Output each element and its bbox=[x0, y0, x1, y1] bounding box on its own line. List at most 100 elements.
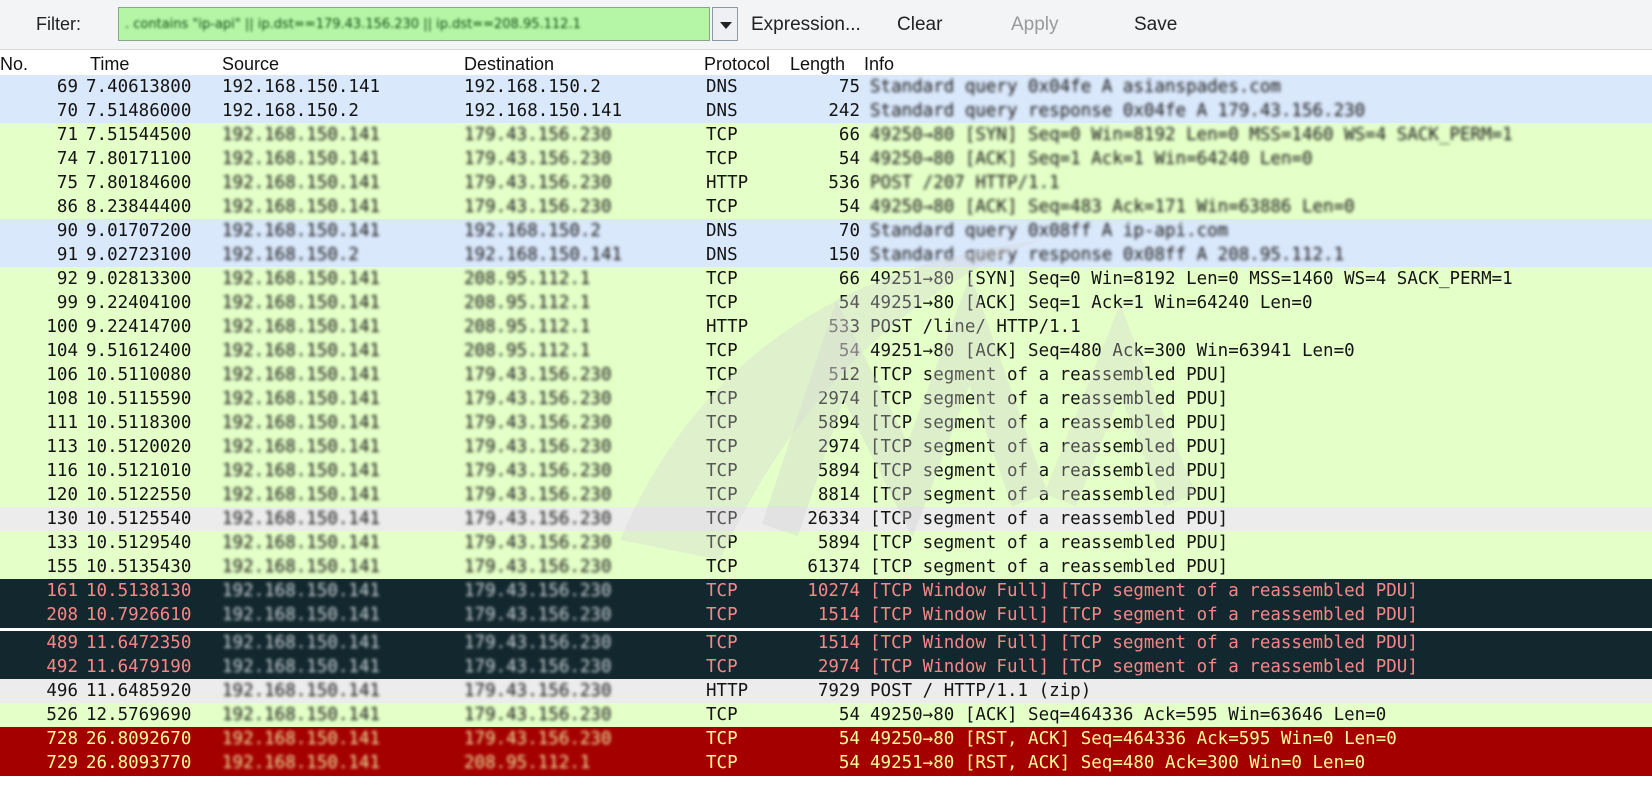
packet-row[interactable]: 161 10.5138130 192.168.150.141 179.43.156.2… bbox=[0, 579, 1652, 604]
packet-source: 192.168.150.141 bbox=[222, 149, 381, 169]
packet-source: 192.168.150.141 bbox=[222, 125, 381, 145]
packet-row[interactable]: 492 11.6479190 192.168.150.141 179.43.156.2… bbox=[0, 655, 1652, 680]
apply-button[interactable]: Apply bbox=[1011, 14, 1059, 36]
packet-time: 12.5769690 bbox=[86, 705, 192, 725]
packet-row[interactable]: 526 12.5769690 192.168.150.141 179.43.156.2… bbox=[0, 703, 1652, 728]
packet-no: 120 bbox=[46, 485, 78, 505]
packet-no: 130 bbox=[46, 509, 78, 529]
packet-info: Standard query response 0x04fe A 179.43.… bbox=[870, 101, 1366, 121]
packet-no: 71 bbox=[56, 125, 78, 145]
packet-protocol: TCP bbox=[706, 149, 738, 169]
filter-history-dropdown[interactable] bbox=[712, 7, 738, 41]
packet-row[interactable]: 106 10.5110080 192.168.150.141 179.43.156.2… bbox=[0, 363, 1652, 388]
packet-row[interactable]: 496 11.6485920 192.168.150.141 179.43.156.2… bbox=[0, 679, 1652, 704]
packet-row[interactable]: 113 10.5120020 192.168.150.141 179.43.156.2… bbox=[0, 435, 1652, 460]
packet-source: 192.168.150.141 bbox=[222, 293, 381, 313]
packet-row[interactable]: 111 10.5118300 192.168.150.141 179.43.156.2… bbox=[0, 411, 1652, 436]
packet-row[interactable]: 69 7.40613800 192.168.150.141 192.168.150.2… bbox=[0, 75, 1652, 100]
save-button[interactable]: Save bbox=[1134, 14, 1177, 36]
packet-protocol: TCP bbox=[706, 605, 738, 625]
packet-source: 192.168.150.141 bbox=[222, 437, 381, 457]
packet-destination: 179.43.156.230 bbox=[464, 633, 612, 653]
packet-source: 192.168.150.141 bbox=[222, 197, 381, 217]
packet-info: 49251→80 [SYN] Seq=0 Win=8192 Len=0 MSS=… bbox=[870, 269, 1513, 289]
packet-row[interactable]: 86 8.23844400 192.168.150.141 179.43.156.23… bbox=[0, 195, 1652, 220]
packet-row[interactable]: 92 9.02813300 192.168.150.141 208.95.112.1 T… bbox=[0, 267, 1652, 292]
packet-source: 192.168.150.2 bbox=[222, 101, 359, 121]
packet-time: 10.7926610 bbox=[86, 605, 192, 625]
packet-destination: 208.95.112.1 bbox=[464, 753, 591, 773]
column-header-destination[interactable]: Destination bbox=[464, 54, 554, 75]
packet-protocol: TCP bbox=[706, 125, 738, 145]
packet-protocol: DNS bbox=[706, 245, 738, 265]
packet-row[interactable]: 90 9.01707200 192.168.150.141 192.168.150.2… bbox=[0, 219, 1652, 244]
column-header-length[interactable]: Length bbox=[790, 54, 845, 75]
packet-row[interactable]: 155 10.5135430 192.168.150.141 179.43.156.2… bbox=[0, 555, 1652, 580]
packet-row[interactable]: 70 7.51486000 192.168.150.2 192.168.150.141… bbox=[0, 99, 1652, 124]
packet-source: 192.168.150.141 bbox=[222, 729, 381, 749]
packet-row[interactable]: 104 9.51612400 192.168.150.141 208.95.112.1… bbox=[0, 339, 1652, 364]
packet-row[interactable]: 91 9.02723100 192.168.150.2 192.168.150.141… bbox=[0, 243, 1652, 268]
packet-source: 192.168.150.141 bbox=[222, 657, 381, 677]
packet-no: 489 bbox=[46, 633, 78, 653]
column-header-time[interactable]: Time bbox=[90, 54, 129, 75]
filter-toolbar: Filter: . contains "ip-api" || ip.dst==1… bbox=[0, 0, 1652, 50]
packet-row[interactable]: 729 26.8093770 192.168.150.141 208.95.112.1… bbox=[0, 751, 1652, 776]
packet-source: 192.168.150.2 bbox=[222, 245, 359, 265]
display-filter-input[interactable]: . contains "ip-api" || ip.dst==179.43.15… bbox=[118, 7, 710, 41]
expression-button[interactable]: Expression... bbox=[751, 14, 861, 36]
packet-source: 192.168.150.141 bbox=[222, 77, 381, 97]
packet-row[interactable]: 99 9.22404100 192.168.150.141 208.95.112.1 T… bbox=[0, 291, 1652, 316]
column-header-source[interactable]: Source bbox=[222, 54, 279, 75]
packet-row[interactable]: 108 10.5115590 192.168.150.141 179.43.156.2… bbox=[0, 387, 1652, 412]
packet-row[interactable]: 116 10.5121010 192.168.150.141 179.43.156.2… bbox=[0, 459, 1652, 484]
packet-time: 10.5118300 bbox=[86, 413, 192, 433]
packet-row[interactable]: 74 7.80171100 192.168.150.141 179.43.156.23… bbox=[0, 147, 1652, 172]
packet-row[interactable]: 130 10.5125540 192.168.150.141 179.43.156.2… bbox=[0, 507, 1652, 532]
packet-source: 192.168.150.141 bbox=[222, 753, 381, 773]
column-header-info[interactable]: Info bbox=[864, 54, 894, 75]
packet-length: 66 bbox=[838, 269, 860, 289]
packet-no: 86 bbox=[56, 197, 78, 217]
packet-time: 9.01707200 bbox=[86, 221, 192, 241]
packet-no: 113 bbox=[46, 437, 78, 457]
column-header-protocol[interactable]: Protocol bbox=[704, 54, 770, 75]
packet-row[interactable]: 120 10.5122550 192.168.150.141 179.43.156.2… bbox=[0, 483, 1652, 508]
packet-info: [TCP segment of a reassembled PDU] bbox=[870, 437, 1229, 457]
packet-protocol: HTTP bbox=[706, 681, 749, 701]
packet-info: Standard query response 0x08ff A 208.95.… bbox=[870, 245, 1345, 265]
packet-protocol: TCP bbox=[706, 509, 738, 529]
packet-protocol: TCP bbox=[706, 485, 738, 505]
packet-source: 192.168.150.141 bbox=[222, 581, 381, 601]
filter-label: Filter: bbox=[36, 14, 81, 34]
packet-source: 192.168.150.141 bbox=[222, 341, 381, 361]
packet-info: [TCP Window Full] [TCP segment of a reas… bbox=[870, 581, 1418, 601]
packet-row[interactable]: 208 10.7926610 192.168.150.141 179.43.156.2… bbox=[0, 603, 1652, 628]
packet-length: 66 bbox=[838, 125, 860, 145]
packet-destination: 192.168.150.2 bbox=[464, 77, 601, 97]
packet-time: 11.6472350 bbox=[86, 633, 192, 653]
packet-row[interactable]: 71 7.51544500 192.168.150.141 179.43.156.23… bbox=[0, 123, 1652, 148]
packet-row[interactable]: 489 11.6472350 192.168.150.141 179.43.156.2… bbox=[0, 631, 1652, 656]
packet-no: 70 bbox=[56, 101, 78, 121]
packet-no: 133 bbox=[46, 533, 78, 553]
packet-length: 5894 bbox=[817, 533, 860, 553]
packet-no: 161 bbox=[46, 581, 78, 601]
packet-source: 192.168.150.141 bbox=[222, 317, 381, 337]
packet-row[interactable]: 75 7.80184600 192.168.150.141 179.43.156.23… bbox=[0, 171, 1652, 196]
packet-protocol: DNS bbox=[706, 77, 738, 97]
packet-info: [TCP Window Full] [TCP segment of a reas… bbox=[870, 605, 1418, 625]
packet-destination: 179.43.156.230 bbox=[464, 461, 612, 481]
packet-row[interactable]: 100 9.22414700 192.168.150.141 208.95.112.1… bbox=[0, 315, 1652, 340]
packet-time: 8.23844400 bbox=[86, 197, 192, 217]
packet-destination: 179.43.156.230 bbox=[464, 533, 612, 553]
column-header-no[interactable]: No. bbox=[0, 54, 28, 75]
packet-row[interactable]: 728 26.8092670 192.168.150.141 179.43.156.2… bbox=[0, 727, 1652, 752]
packet-time: 10.5129540 bbox=[86, 533, 192, 553]
packet-row[interactable]: 133 10.5129540 192.168.150.141 179.43.156.2… bbox=[0, 531, 1652, 556]
packet-destination: 179.43.156.230 bbox=[464, 125, 612, 145]
clear-button[interactable]: Clear bbox=[897, 14, 942, 36]
packet-source: 192.168.150.141 bbox=[222, 533, 381, 553]
packet-no: 116 bbox=[46, 461, 78, 481]
packet-destination: 179.43.156.230 bbox=[464, 173, 612, 193]
